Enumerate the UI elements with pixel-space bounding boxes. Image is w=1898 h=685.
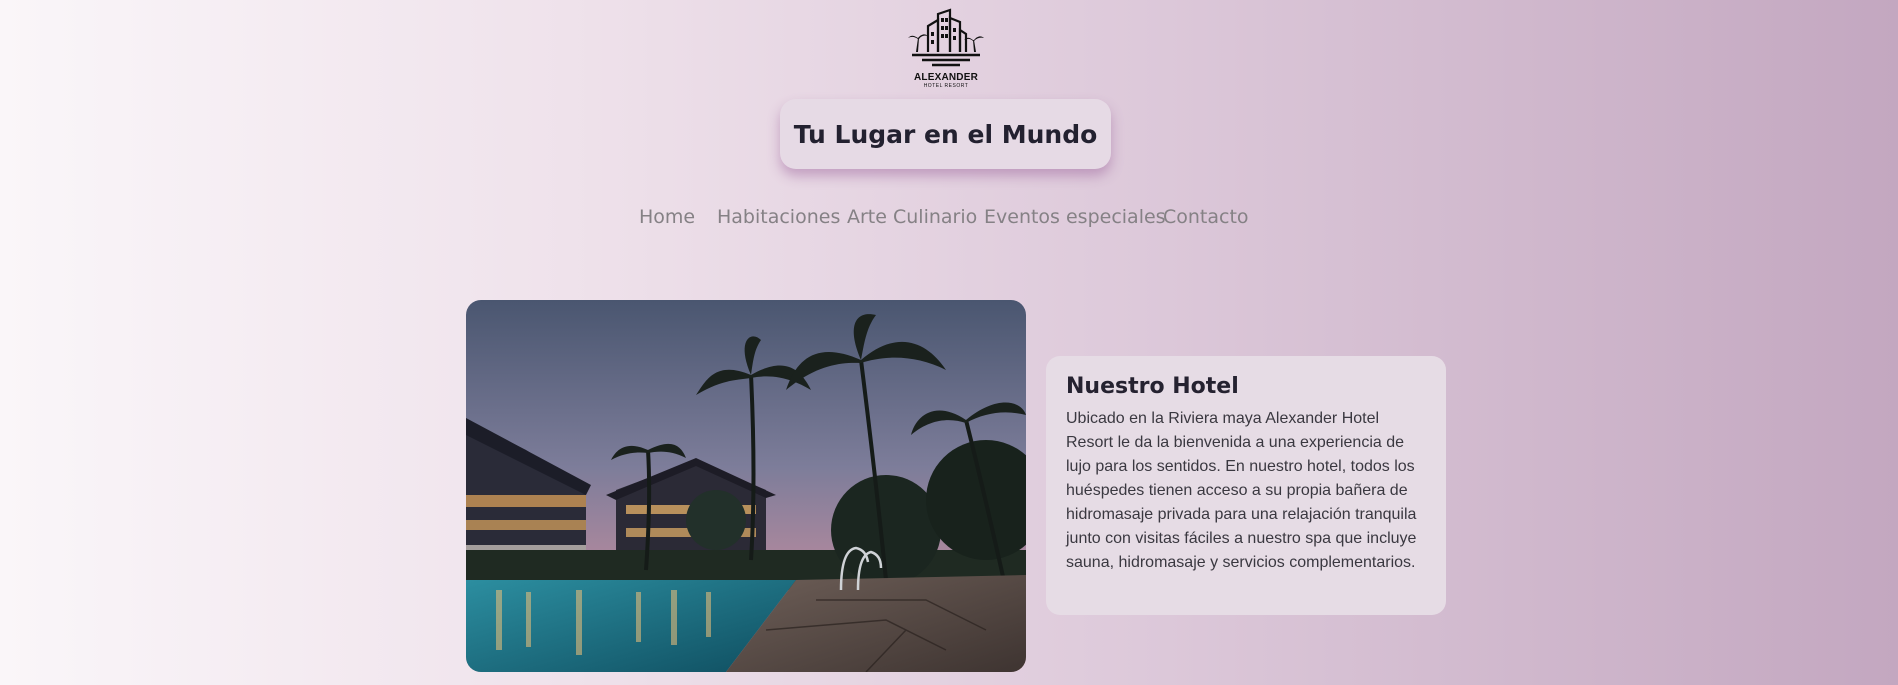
section-title: Nuestro Hotel bbox=[1066, 374, 1239, 399]
logo-name: ALEXANDER bbox=[913, 72, 979, 83]
nav-item-eventos-especiales[interactable]: Eventos especiales bbox=[984, 206, 1166, 228]
hotel-logo[interactable]: ALEXANDER HOTEL RESORT bbox=[906, 8, 986, 90]
nav-item-arte-culinario[interactable]: Arte Culinario bbox=[847, 206, 977, 228]
main-nav: Home Habitaciones Arte Culinario Eventos… bbox=[0, 206, 1898, 236]
logo-subtitle: HOTEL RESORT bbox=[923, 83, 969, 89]
hotel-building-palms-icon bbox=[908, 8, 984, 67]
nav-item-contacto[interactable]: Contacto bbox=[1163, 206, 1249, 228]
title-card: Tu Lugar en el Mundo bbox=[780, 99, 1111, 169]
nav-item-home[interactable]: Home bbox=[639, 206, 695, 228]
section-text: Ubicado en la Riviera maya Alexander Hot… bbox=[1066, 410, 1417, 571]
page-title: Tu Lugar en el Mundo bbox=[793, 119, 1098, 149]
hotel-pool-night-photo bbox=[466, 300, 1026, 672]
nav-item-habitaciones[interactable]: Habitaciones bbox=[717, 206, 840, 228]
hotel-info-card: Nuestro Hotel Ubicado en la Riviera maya… bbox=[1046, 356, 1446, 615]
